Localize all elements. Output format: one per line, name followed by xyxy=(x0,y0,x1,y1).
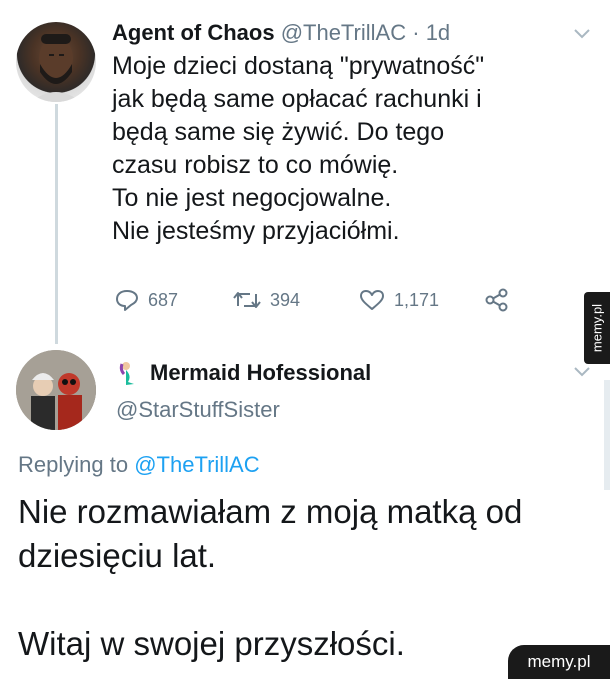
tweet2-author-name[interactable]: Mermaid Hofessional xyxy=(150,360,371,386)
tweet2-body-line: Witaj w swojej przyszłości. xyxy=(18,625,405,662)
retweet-icon xyxy=(233,292,261,308)
mermaid-emoji-icon xyxy=(119,362,134,385)
tweet1-time[interactable]: 1d xyxy=(426,20,450,45)
tweet1-body-line: jak będą same opłacać rachunki i xyxy=(112,85,482,113)
tweet1-handle[interactable]: @TheTrillAC xyxy=(281,20,406,45)
reply-icon xyxy=(116,290,138,311)
replying-to-line: Replying to @TheTrillAC xyxy=(18,452,260,478)
tweet1-body-line: będą same się żywić. Do tego xyxy=(112,118,445,146)
tweet1-author-line: Agent of Chaos @TheTrillAC · 1d xyxy=(112,20,450,46)
avatar-photo-graphic xyxy=(16,350,96,430)
share-button[interactable] xyxy=(484,288,518,312)
replying-to-label: Replying to xyxy=(18,452,129,477)
like-button[interactable]: 1,171 xyxy=(358,288,439,312)
tweet1-body-line: czasu robisz to co mówię. xyxy=(112,151,399,179)
tweet1-separator: · xyxy=(412,20,420,45)
like-count: 1,171 xyxy=(394,289,440,310)
tweet1-body-line: Nie jesteśmy przyjaciółmi. xyxy=(112,217,400,245)
like-icon xyxy=(360,290,384,310)
tweet1-body: Moje dzieci dostaną "prywatność" jak będ… xyxy=(112,50,582,248)
thread-connector-line xyxy=(55,104,58,344)
scrollbar[interactable] xyxy=(604,380,610,490)
watermark-badge: memy.pl xyxy=(508,645,610,679)
avatar-mermaid-hofessional[interactable] xyxy=(16,350,96,430)
tweet1-body-line: To nie jest negocjowalne. xyxy=(112,184,392,212)
tweet2-body-line xyxy=(18,578,522,622)
replying-to-link[interactable]: @TheTrillAC xyxy=(134,452,259,477)
tweet2-body: Nie rozmawiałam z moją matką od dziesięc… xyxy=(18,490,522,666)
chevron-down-icon[interactable] xyxy=(573,28,591,40)
chevron-down-icon[interactable] xyxy=(573,366,591,378)
tweet2-handle[interactable]: @StarStuffSister xyxy=(116,397,280,423)
share-icon xyxy=(485,288,508,312)
tweet2-body-line: Nie rozmawiałam z moją matką od xyxy=(18,493,523,530)
avatar-agent-of-chaos[interactable] xyxy=(16,22,96,102)
watermark-side-text: memy.pl xyxy=(589,303,605,353)
reply-count: 687 xyxy=(148,289,179,310)
tweet1-author-name[interactable]: Agent of Chaos xyxy=(112,20,275,45)
reply-button[interactable]: 687 xyxy=(114,288,178,312)
tweet1-body-line: Moje dzieci dostaną "prywatność" xyxy=(112,52,485,80)
retweet-button[interactable]: 394 xyxy=(232,288,300,312)
tweet2-author-line: Mermaid Hofessional xyxy=(116,360,371,386)
retweet-count: 394 xyxy=(270,289,301,310)
avatar-face-graphic xyxy=(31,34,81,102)
watermark-side-tab: memy.pl xyxy=(584,292,610,364)
tweet2-body-line: dziesięciu lat. xyxy=(18,537,217,574)
